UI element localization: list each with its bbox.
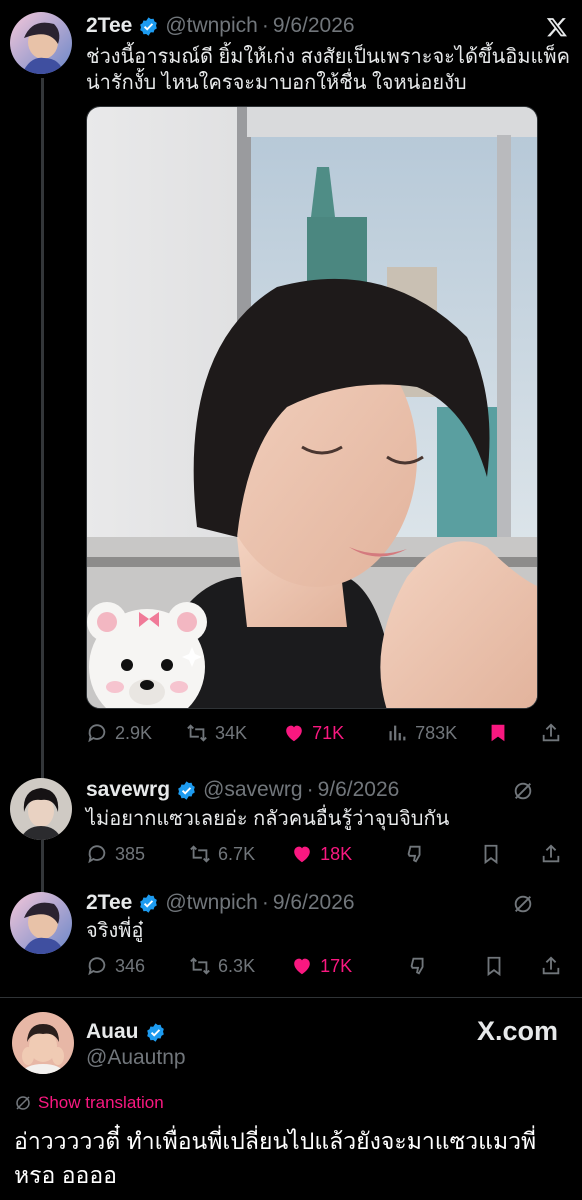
- avatar-2tee[interactable]: [10, 12, 72, 74]
- reply1-author-name[interactable]: savewrg: [86, 778, 170, 802]
- reply-count: 385: [115, 843, 146, 864]
- reply2-handle[interactable]: @twnpich: [165, 891, 258, 915]
- x-logo-icon: [546, 18, 567, 37]
- show-translation-button[interactable]: Show translation: [14, 1093, 164, 1113]
- reply1-text: ไม่อยากแซวเลยอ่ะ กลัวคนอื่นรู้ว่าจุบจิบก…: [86, 808, 450, 830]
- translate-icon: [16, 1096, 30, 1110]
- like-count: 71K: [312, 722, 345, 743]
- verified-badge-icon: [178, 780, 195, 800]
- repost-button[interactable]: 6.3K: [189, 955, 255, 977]
- share-icon: [542, 956, 560, 975]
- bookmark-icon: [491, 724, 505, 742]
- repost-count: 34K: [215, 722, 248, 743]
- reply1-date[interactable]: 9/6/2026: [318, 778, 400, 802]
- reply1-actions: 385 6.7K 18K: [86, 839, 562, 869]
- share-icon: [542, 844, 560, 863]
- reply2-actions: 346 6.3K 17K: [86, 951, 562, 981]
- reply2-date[interactable]: 9/6/2026: [273, 891, 355, 915]
- tweet-text: ช่วงนี้อารมณ์ดี ยิ้มให้เก่ง สงสัยเป็นเพร…: [86, 44, 576, 96]
- grok-icon[interactable]: [512, 780, 534, 802]
- tweet-text-line-1: ช่วงนี้อารมณ์ดี ยิ้มให้เก่ง สงสัยเป็นเพร…: [86, 46, 570, 68]
- avatar-auau[interactable]: [12, 1012, 74, 1074]
- tweet-date[interactable]: 9/6/2026: [273, 14, 355, 38]
- author-name[interactable]: 2Tee: [86, 14, 132, 38]
- reply2-author-name[interactable]: 2Tee: [86, 891, 132, 915]
- views-count: 783K: [415, 722, 458, 743]
- reply-icon: [88, 724, 106, 743]
- show-translation-label: Show translation: [38, 1093, 164, 1112]
- views-button[interactable]: 783K: [386, 722, 457, 744]
- repost-button[interactable]: 34K: [186, 722, 247, 744]
- verified-badge-icon: [140, 893, 158, 913]
- divider: [0, 997, 582, 998]
- bookmark-button[interactable]: [480, 843, 502, 865]
- dislike-button[interactable]: [404, 843, 426, 865]
- repost-button[interactable]: 6.7K: [189, 843, 255, 865]
- reply-count: 2.9K: [115, 722, 153, 743]
- repost-count: 6.3K: [218, 955, 256, 976]
- quote-author-name[interactable]: Auau: [86, 1020, 139, 1044]
- repost-icon: [190, 845, 210, 863]
- reply1-header: savewrg @savewrg · 9/6/2026: [86, 778, 399, 802]
- separator-dot: ·: [306, 778, 314, 801]
- tweet-text-line-2: น่ารักงั้บ ไหนใครจะมาบอกให้ชื่น ใจหน่อยง…: [86, 72, 467, 94]
- dislike-button[interactable]: [407, 955, 429, 977]
- avatar-2tee[interactable]: [10, 892, 72, 954]
- reply2-text: จริงพี่อู๋: [86, 920, 144, 942]
- quote-author-handle-row: @Auautnp: [86, 1046, 186, 1070]
- verified-badge-icon: [140, 16, 158, 36]
- repost-count: 6.7K: [218, 843, 256, 864]
- like-button[interactable]: 17K: [291, 955, 352, 977]
- avatar-savewrg[interactable]: [10, 778, 72, 840]
- like-button[interactable]: 18K: [291, 843, 352, 865]
- quote-author-handle[interactable]: @Auautnp: [86, 1046, 186, 1070]
- reply-icon: [88, 845, 106, 864]
- like-button[interactable]: 71K: [283, 722, 344, 744]
- like-count: 17K: [320, 955, 353, 976]
- verified-badge-icon: [146, 1022, 164, 1042]
- author-handle[interactable]: @twnpich: [165, 14, 258, 38]
- reply-count: 346: [115, 955, 146, 976]
- bookmark-button[interactable]: [483, 955, 505, 977]
- dislike-icon: [407, 845, 421, 863]
- tweet-actions: 2.9K 34K 71K 783K: [86, 718, 562, 748]
- grok-icon[interactable]: [512, 893, 534, 915]
- repost-icon: [187, 724, 207, 742]
- separator-dot: ·: [261, 891, 269, 914]
- like-count: 18K: [320, 843, 353, 864]
- thread-line: [41, 78, 44, 898]
- share-button[interactable]: [540, 722, 562, 744]
- quote-text: อ่าวววววตี๋ ทำเพื่อนพี่เปลี่ยนไปแล้วยังจ…: [14, 1128, 537, 1188]
- x-com-brand: X.com: [477, 1016, 558, 1047]
- share-button[interactable]: [540, 843, 562, 865]
- share-button[interactable]: [540, 955, 562, 977]
- share-icon: [542, 723, 560, 742]
- bookmark-icon: [484, 844, 498, 865]
- tweet-photo[interactable]: [86, 106, 538, 709]
- reply-button[interactable]: 346: [86, 955, 145, 977]
- reply1-handle[interactable]: @savewrg: [203, 778, 303, 802]
- reply-icon: [88, 957, 106, 976]
- bookmark-button[interactable]: [487, 722, 509, 744]
- views-icon: [389, 725, 406, 741]
- dislike-icon: [410, 957, 424, 975]
- x-com-label: X.com: [476, 1016, 558, 1046]
- reply-button[interactable]: 385: [86, 843, 145, 865]
- reply-button[interactable]: 2.9K: [86, 722, 152, 744]
- reply2-header: 2Tee @twnpich · 9/6/2026: [86, 891, 355, 915]
- repost-icon: [190, 957, 210, 975]
- tweet-header: 2Tee @twnpich · 9/6/2026: [86, 14, 355, 38]
- quote-author-header: Auau: [86, 1020, 172, 1044]
- bookmark-icon: [487, 956, 501, 977]
- heart-icon: [294, 958, 310, 975]
- heart-icon: [286, 725, 302, 742]
- heart-icon: [294, 846, 310, 863]
- separator-dot: ·: [261, 14, 269, 37]
